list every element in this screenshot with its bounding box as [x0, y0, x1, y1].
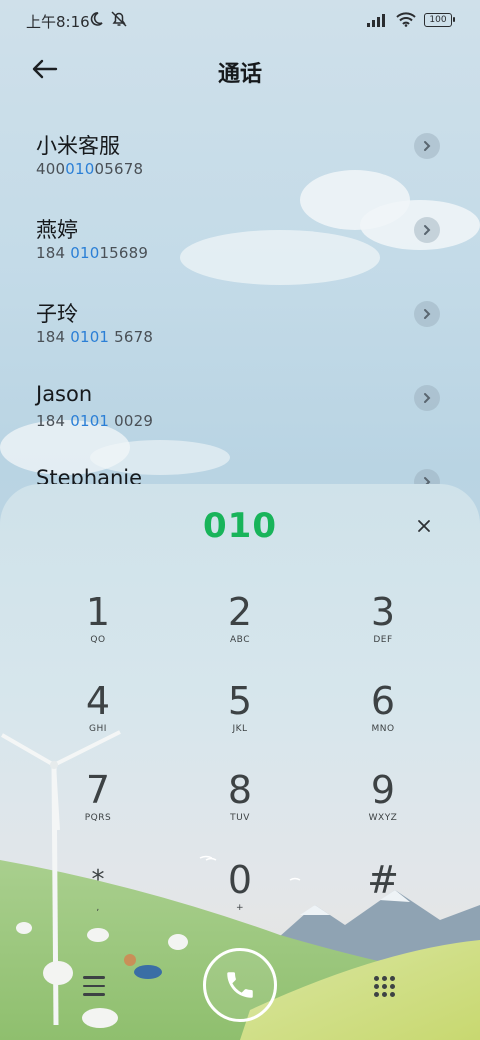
- wifi-icon: [396, 12, 416, 27]
- battery-icon: 100: [424, 12, 455, 27]
- key-letters: ABC: [230, 635, 250, 645]
- key-4[interactable]: 4 GHI: [38, 679, 158, 759]
- key-letters: +: [235, 903, 245, 913]
- key-hash[interactable]: #: [323, 858, 443, 938]
- status-icons-left: [88, 11, 128, 27]
- contact-number: 184 01015689: [36, 244, 149, 262]
- contact-detail-button[interactable]: [414, 301, 440, 327]
- key-3[interactable]: 3 DEF: [323, 590, 443, 670]
- key-digit: 4: [85, 679, 111, 723]
- key-9[interactable]: 9 WXYZ: [323, 768, 443, 848]
- key-2[interactable]: 2 ABC: [180, 590, 300, 670]
- chevron-right-icon: [424, 141, 431, 151]
- clear-button[interactable]: [412, 514, 436, 538]
- chevron-right-icon: [424, 225, 431, 235]
- key-digit: 3: [370, 590, 396, 634]
- status-bar: 上午8:16 100: [0, 0, 480, 40]
- contact-detail-button[interactable]: [414, 217, 440, 243]
- key-letters: JKL: [232, 724, 248, 734]
- key-letters: PQRS: [84, 813, 112, 823]
- contact-item[interactable]: 小米客服 40001005678: [0, 124, 480, 208]
- status-time: 上午8:16: [26, 13, 90, 31]
- phone-icon: [227, 972, 253, 998]
- signal-icon: [367, 13, 385, 27]
- key-letters: MNO: [371, 724, 395, 734]
- key-digit: #: [367, 858, 399, 902]
- dialed-number: 010: [203, 506, 277, 546]
- close-icon: [418, 520, 430, 532]
- contact-detail-button[interactable]: [414, 385, 440, 411]
- contact-name: 子玲: [36, 302, 78, 326]
- key-letters: ,: [96, 903, 100, 913]
- key-1[interactable]: 1 QO: [38, 590, 158, 670]
- key-digit: 7: [85, 768, 111, 812]
- key-letters: GHI: [89, 724, 107, 734]
- call-button[interactable]: [203, 948, 277, 1022]
- contact-item[interactable]: 燕婷 184 01015689: [0, 208, 480, 292]
- key-digit: 9: [370, 768, 396, 812]
- menu-button[interactable]: [78, 970, 110, 1002]
- status-icons-right: 100: [366, 12, 455, 27]
- contact-name: 燕婷: [36, 218, 78, 242]
- keypad-toggle-button[interactable]: [368, 970, 400, 1002]
- chevron-right-icon: [424, 393, 431, 403]
- key-digit: *: [91, 865, 105, 895]
- key-letters: WXYZ: [368, 813, 398, 823]
- key-star[interactable]: *,: [38, 858, 158, 938]
- key-digit: 8: [227, 768, 253, 812]
- bottom-action-bar: [0, 940, 480, 1040]
- contact-number: 184 0101 5678: [36, 328, 154, 346]
- key-letters: TUV: [230, 813, 250, 823]
- key-0[interactable]: 0 +: [180, 858, 300, 938]
- bell-muted-icon: [111, 11, 127, 27]
- contact-detail-button[interactable]: [414, 133, 440, 159]
- dialpad-panel: 010 1 QO 2 ABC 3 DEF 4 GHI 5 JKL 6 MNO 7 PQRS 8…: [0, 484, 480, 1040]
- contact-item[interactable]: Jason 184 0101 0029: [0, 376, 480, 460]
- key-digit: 6: [370, 679, 396, 723]
- key-digit: 2: [227, 590, 253, 634]
- key-8[interactable]: 8 TUV: [180, 768, 300, 848]
- contact-item[interactable]: 子玲 184 0101 5678: [0, 292, 480, 376]
- contact-number: 40001005678: [36, 160, 144, 178]
- key-digit: 0: [227, 858, 253, 902]
- chevron-right-icon: [424, 309, 431, 319]
- key-7[interactable]: 7 PQRS: [38, 768, 158, 848]
- key-5[interactable]: 5 JKL: [180, 679, 300, 759]
- page-title: 通话: [217, 62, 262, 87]
- menu-icon: [83, 976, 105, 979]
- moon-icon: [90, 12, 103, 26]
- key-digit: 5: [227, 679, 253, 723]
- key-letters: DEF: [373, 635, 393, 645]
- key-6[interactable]: 6 MNO: [323, 679, 443, 759]
- key-letters: QO: [90, 635, 106, 645]
- contact-name: Jason: [36, 382, 93, 406]
- keypad-icon: [373, 975, 379, 981]
- key-digit: 1: [85, 590, 111, 634]
- contact-name: 小米客服: [36, 134, 120, 158]
- contact-number: 184 0101 0029: [36, 412, 154, 430]
- contact-list: 小米客服 40001005678 燕婷 184 01015689 子玲 184 …: [0, 124, 480, 544]
- header: 通话: [0, 46, 480, 92]
